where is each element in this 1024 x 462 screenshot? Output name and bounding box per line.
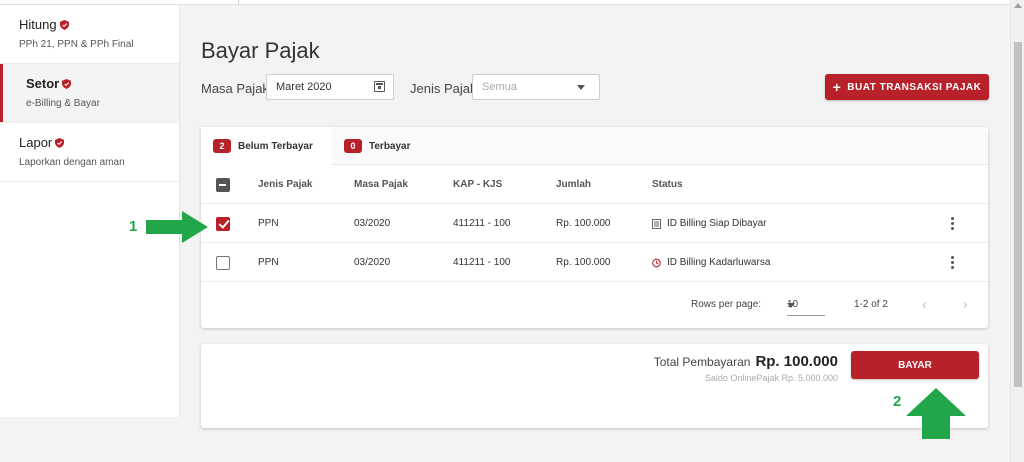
cell-jenis-pajak: PPN: [258, 218, 279, 229]
top-divider: [238, 0, 239, 5]
sidebar-item-subtitle: Laporkan dengan aman: [19, 157, 125, 168]
sidebar-item-lapor[interactable]: Lapor Laporkan dengan aman: [0, 123, 179, 182]
tab-label: Belum Terbayar: [238, 140, 313, 152]
rows-per-page-label: Rows per page:: [691, 299, 762, 310]
rows-per-page-select[interactable]: 10: [787, 296, 825, 316]
column-header[interactable]: Jenis Pajak: [258, 165, 312, 204]
row-checkbox[interactable]: [216, 255, 230, 270]
tab-label: Terbayar: [369, 140, 411, 152]
tab-count-badge: 2: [213, 139, 231, 153]
document-icon: [652, 218, 661, 229]
select-all-checkbox[interactable]: [216, 177, 230, 192]
annotation-number-1: 1: [129, 218, 138, 235]
chevron-down-icon: [577, 85, 585, 90]
cell-kap-kjs: 411211 - 100: [453, 257, 511, 268]
table-row[interactable]: PPN 03/2020 411211 - 100 Rp. 100.000 ID …: [201, 204, 988, 243]
plus-icon: +: [832, 79, 842, 95]
jenis-pajak-placeholder: Semua: [482, 81, 517, 93]
cell-jumlah: Rp. 100.000: [556, 218, 611, 229]
calendar-icon[interactable]: [374, 81, 385, 92]
cell-jumlah: Rp. 100.000: [556, 257, 611, 268]
page-title: Bayar Pajak: [201, 38, 320, 63]
cell-status: ID Billing Siap Dibayar: [667, 218, 767, 229]
jenis-pajak-select[interactable]: Semua: [472, 74, 600, 100]
tab-belum-terbayar[interactable]: 2 Belum Terbayar: [201, 127, 332, 165]
chevron-left-icon[interactable]: ‹: [922, 296, 927, 312]
sidebar-item-subtitle: PPh 21, PPN & PPh Final: [19, 39, 134, 50]
jenis-pajak-label: Jenis Pajak: [410, 81, 477, 96]
masa-pajak-label: Masa Pajak: [201, 81, 269, 96]
cell-masa-pajak: 03/2020: [354, 257, 391, 268]
sidebar-item-setor[interactable]: Setor e-Billing & Bayar: [0, 64, 179, 123]
chevron-down-icon: [787, 303, 795, 308]
saldo-text: Saldo OnlinePajak Rp. 5.000.000: [704, 373, 838, 383]
cell-jenis-pajak: PPN: [258, 257, 279, 268]
shield-icon: [55, 137, 65, 148]
chevron-right-icon[interactable]: ›: [963, 296, 968, 312]
cell-kap-kjs: 411211 - 100: [453, 218, 511, 229]
buat-transaksi-label: BUAT TRANSAKSI PAJAK: [847, 81, 982, 93]
scrollbar-thumb[interactable]: [1014, 42, 1022, 387]
total-value: Rp. 100.000: [755, 353, 838, 370]
sidebar-item-title: Hitung: [19, 17, 57, 32]
pagination: Rows per page: 10 1-2 of 2 ‹ ›: [201, 282, 988, 328]
clock-icon: [652, 258, 661, 267]
arrow-up-icon: [906, 388, 966, 439]
page-range: 1-2 of 2: [854, 299, 888, 310]
more-vert-icon[interactable]: [950, 256, 954, 269]
tab-count-badge: 0: [344, 139, 362, 153]
table-row[interactable]: PPN 03/2020 411211 - 100 Rp. 100.000 ID …: [201, 243, 988, 282]
shield-icon: [59, 19, 69, 30]
sidebar-item-subtitle: e-Billing & Bayar: [26, 98, 100, 109]
payment-summary-card: Total Pembayaran Rp. 100.000 Saldo Onlin…: [201, 344, 988, 428]
arrow-right-icon: [146, 211, 208, 243]
row-checkbox[interactable]: [216, 216, 230, 231]
shield-icon: [62, 78, 72, 89]
tab-terbayar[interactable]: 0 Terbayar: [332, 127, 423, 165]
cell-status: ID Billing Kadarluwarsa: [667, 257, 771, 268]
bayar-button[interactable]: BAYAR: [851, 351, 979, 379]
column-header[interactable]: Jumlah: [556, 165, 591, 204]
scroll-up-icon[interactable]: [1014, 3, 1022, 8]
status-tabs: 2 Belum Terbayar 0 Terbayar: [201, 127, 988, 165]
column-header[interactable]: Status: [652, 165, 683, 204]
column-header[interactable]: Masa Pajak: [354, 165, 408, 204]
masa-pajak-input[interactable]: Maret 2020: [266, 74, 394, 100]
annotation-number-2: 2: [893, 393, 902, 410]
sidebar-item-hitung[interactable]: Hitung PPh 21, PPN & PPh Final: [0, 5, 179, 64]
vertical-scrollbar[interactable]: [1010, 0, 1024, 462]
buat-transaksi-button[interactable]: + BUAT TRANSAKSI PAJAK: [825, 74, 989, 100]
sidebar-item-title: Lapor: [19, 135, 53, 150]
column-header[interactable]: KAP - KJS: [453, 165, 502, 204]
table-header-row: Jenis Pajak Masa Pajak KAP - KJS Jumlah …: [201, 165, 988, 204]
bayar-label: BAYAR: [898, 359, 932, 371]
masa-pajak-value: Maret 2020: [276, 81, 332, 93]
sidebar-item-title: Setor: [26, 76, 60, 91]
total-label: Total Pembayaran: [653, 355, 751, 369]
more-vert-icon[interactable]: [950, 217, 954, 230]
cell-masa-pajak: 03/2020: [354, 218, 391, 229]
bill-table-card: 2 Belum Terbayar 0 Terbayar Jenis Pajak …: [201, 127, 988, 328]
